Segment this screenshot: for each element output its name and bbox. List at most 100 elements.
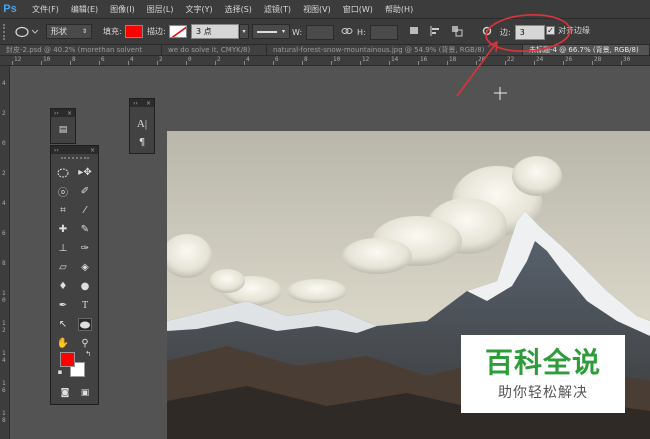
ellipse-shape-icon[interactable] <box>78 318 92 331</box>
default-colors-icon[interactable]: ▪ <box>56 368 64 376</box>
menu-select[interactable]: 选择(S) <box>219 4 258 15</box>
link-icon[interactable] <box>341 26 353 36</box>
move-icon[interactable]: ▸✥ <box>78 166 92 179</box>
settings-gear-icon[interactable] <box>481 25 493 37</box>
height-group: H: <box>357 25 398 40</box>
crosshair-cursor-icon <box>494 87 507 100</box>
type-icon[interactable]: T <box>78 299 92 312</box>
chevron-down-icon: ▾ <box>281 28 285 35</box>
hand-icon[interactable]: ✋ <box>56 337 70 350</box>
menu-window[interactable]: 窗口(W) <box>337 4 379 15</box>
stroke-type-select[interactable]: ▾ <box>252 24 290 39</box>
document-tab-active[interactable]: 未标题-4 @ 66.7% (背景, RGB/8) <box>523 45 650 55</box>
healing-brush-icon[interactable]: ✚ <box>56 223 70 236</box>
ruler-tick-label: 12 <box>362 56 370 63</box>
menu-edit[interactable]: 编辑(E) <box>65 4 104 15</box>
select-arrows-icon: ⇕ <box>81 28 87 35</box>
menu-filter[interactable]: 滤镜(T) <box>258 4 297 15</box>
tab-label: 封皮-2.psd @ 40.2% (morethan solvent <box>6 46 143 54</box>
close-icon[interactable]: × <box>90 147 95 154</box>
ruler-tick-label: 22 <box>507 56 515 63</box>
menu-help[interactable]: 帮助(H) <box>379 4 419 15</box>
ruler-tick-label: 1 6 <box>2 380 6 394</box>
ruler-tick-label: 4 <box>246 56 250 63</box>
eyedropper-icon[interactable]: ⁄ <box>78 204 92 217</box>
blur-icon[interactable]: ♦ <box>56 280 70 293</box>
menu-bar: Ps 文件(F) 编辑(E) 图像(I) 图层(L) 文字(Y) 选择(S) 滤… <box>0 0 650 18</box>
mode-value: 形状 <box>51 27 67 36</box>
ruler-horizontal: 12 10 8 6 4 2 0 2 4 6 8 10 12 14 16 18 20 22 24 26 28 30 <box>0 56 650 66</box>
ruler-tick <box>41 61 42 65</box>
ruler-tick <box>621 61 622 65</box>
mode-select[interactable]: 形状 ⇕ <box>46 24 92 39</box>
eraser-icon[interactable]: ▱ <box>56 261 70 274</box>
path-arrangement-icon[interactable] <box>451 25 463 37</box>
stroke-none-swatch[interactable] <box>168 25 187 38</box>
close-icon[interactable]: × <box>67 110 72 117</box>
collapse-icon[interactable]: ›› <box>54 110 59 117</box>
quick-mask-icon[interactable]: ◙ <box>58 386 72 399</box>
ruler-tick <box>70 61 71 65</box>
tool-preset-picker[interactable] <box>13 24 39 40</box>
sides-input[interactable]: 3 <box>514 25 545 40</box>
character-icon[interactable]: A| <box>135 117 149 130</box>
paragraph-icon[interactable]: ¶ <box>135 136 149 149</box>
height-input[interactable] <box>369 25 398 40</box>
ruler-tick-label: 2 <box>2 170 6 177</box>
collapse-icon[interactable]: ›› <box>54 147 59 154</box>
menu-file[interactable]: 文件(F) <box>26 4 65 15</box>
swap-colors-icon[interactable]: ↰ <box>84 350 92 358</box>
lasso-icon[interactable]: ⓞ <box>56 185 70 199</box>
layers-stack-icon[interactable]: ▤ <box>56 123 70 136</box>
brush-icon[interactable]: ✎ <box>78 223 92 236</box>
marquee-icon[interactable] <box>56 166 70 179</box>
foreground-color-swatch[interactable] <box>60 352 75 367</box>
document-tab-2[interactable]: we do solve it, CMYK/8) <box>162 45 267 55</box>
ruler-tick <box>360 61 361 65</box>
path-alignment-icon[interactable] <box>429 25 441 37</box>
panel-header: ›› × <box>130 99 154 107</box>
align-edges-label: 对齐边缘 <box>558 26 590 35</box>
ruler-tick <box>331 61 332 65</box>
clone-stamp-icon[interactable]: ⊥ <box>56 242 70 255</box>
document-tab-1[interactable]: 封皮-2.psd @ 40.2% (morethan solvent <box>0 45 162 55</box>
align-edges-checkbox[interactable]: ✓ <box>546 26 555 35</box>
width-input[interactable] <box>306 25 335 40</box>
tab-label: natural-forest-snow-mountainous.jpg @ 54… <box>273 46 485 54</box>
align-edges-group: ✓ 对齐边缘 <box>546 25 590 36</box>
paint-bucket-icon[interactable]: ◈ <box>78 261 92 274</box>
zoom-icon[interactable]: ⚲ <box>78 337 92 350</box>
ruler-tick <box>447 61 448 65</box>
photoshop-logo: Ps <box>3 3 17 15</box>
quick-select-icon[interactable]: ✐ <box>78 185 92 198</box>
ruler-tick-label: 4 <box>2 200 6 207</box>
pen-icon[interactable]: ✒ <box>56 299 70 312</box>
menu-image[interactable]: 图像(I) <box>104 4 141 15</box>
collapse-icon[interactable]: ›› <box>133 100 138 107</box>
history-brush-icon[interactable]: ✑ <box>78 242 92 255</box>
ruler-tick-label: 6 <box>275 56 279 63</box>
ruler-tick-label: 12 <box>14 56 22 63</box>
ruler-tick-label: 10 <box>43 56 51 63</box>
close-icon[interactable]: × <box>146 100 151 107</box>
fill-color-swatch[interactable] <box>124 25 143 38</box>
ruler-tick-label: 28 <box>594 56 602 63</box>
document-tab-3[interactable]: natural-forest-snow-mountainous.jpg @ 54… <box>267 45 523 55</box>
ruler-tick <box>244 61 245 65</box>
width-label: W: <box>292 28 303 37</box>
tab-label: we do solve it, CMYK/8) <box>168 46 251 54</box>
dodge-icon[interactable]: ● <box>78 280 92 293</box>
stroke-size-field[interactable]: 3 点 ▾ <box>191 24 249 39</box>
path-operations-icon[interactable] <box>409 25 421 37</box>
ruler-tick-label: 20 <box>478 56 486 63</box>
fill-group: 填充: <box>103 25 143 38</box>
path-select-icon[interactable]: ↖ <box>56 318 70 331</box>
menu-layer[interactable]: 图层(L) <box>141 4 180 15</box>
menu-type[interactable]: 文字(Y) <box>179 4 218 15</box>
screen-mode-icon[interactable]: ▣ <box>78 386 92 399</box>
menu-view[interactable]: 视图(V) <box>297 4 337 15</box>
crop-icon[interactable]: ⌗ <box>56 204 70 217</box>
ruler-tick-label: 0 <box>2 140 6 147</box>
tab-label: 未标题-4 @ 66.7% (背景, RGB/8) <box>529 46 639 54</box>
stroke-size-dropdown[interactable]: ▾ <box>239 24 249 39</box>
